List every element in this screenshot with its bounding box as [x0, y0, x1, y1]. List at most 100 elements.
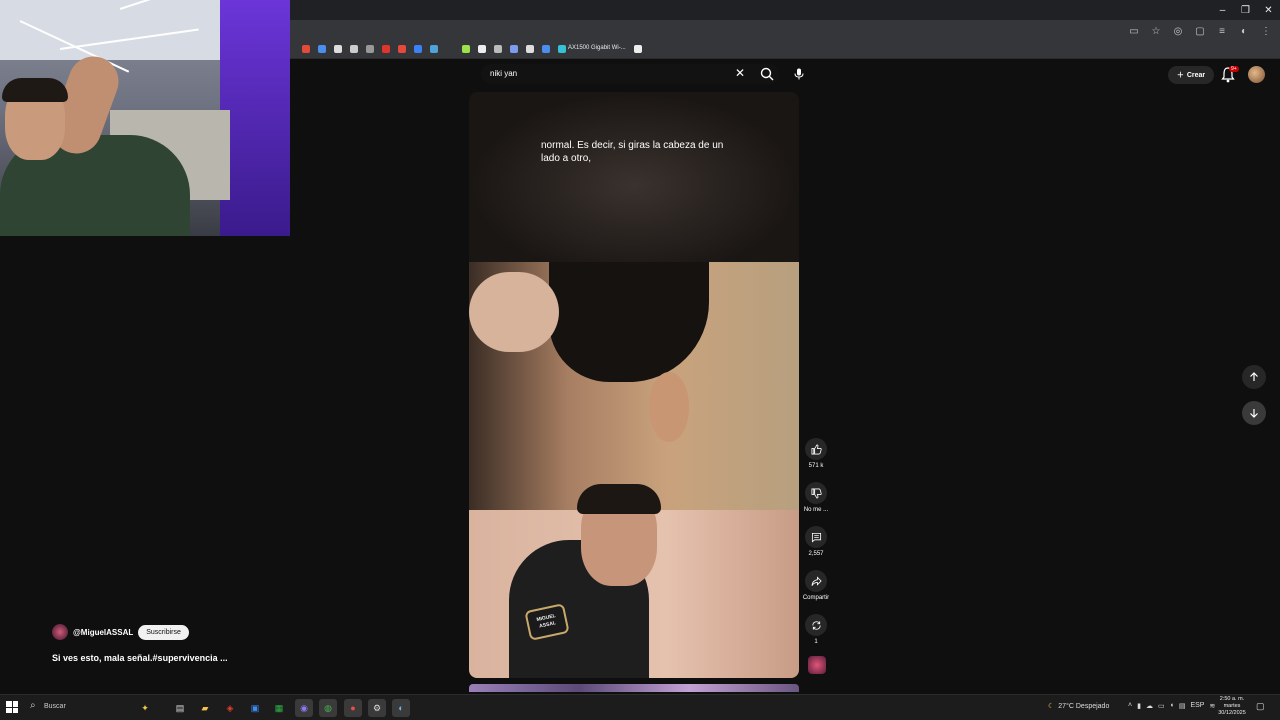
- video-bottom-panel: MIGUEL ASSAL: [469, 484, 799, 678]
- channel-avatar[interactable]: [52, 624, 68, 640]
- account-avatar[interactable]: [1248, 66, 1265, 83]
- search-input[interactable]: niki yan ✕: [481, 64, 779, 84]
- bookmark-icon[interactable]: [494, 45, 502, 53]
- share-action: Compartir: [800, 570, 832, 601]
- dislike-button[interactable]: [805, 482, 827, 504]
- profile-icon[interactable]: ◐: [1236, 23, 1252, 39]
- bookmark-icon[interactable]: [334, 45, 342, 53]
- copilot-icon[interactable]: ✦: [136, 699, 154, 717]
- like-count: 571 k: [808, 463, 824, 469]
- cloud-icon[interactable]: ☁: [1146, 702, 1153, 710]
- microphone-icon[interactable]: ▮: [1137, 702, 1141, 710]
- window-controls: – ❐ ✕: [1211, 0, 1280, 20]
- bookmark-icon[interactable]: [634, 45, 642, 53]
- create-button[interactable]: ＋ Crear: [1168, 66, 1214, 84]
- volume-icon[interactable]: ◖: [1170, 702, 1174, 710]
- router-bookmark-icon[interactable]: [558, 45, 566, 53]
- remix-button[interactable]: [805, 614, 827, 636]
- presenter: [509, 484, 661, 678]
- bookmark-star-icon[interactable]: ☆: [1148, 23, 1164, 39]
- channel-handle[interactable]: @MiguelASSAL: [73, 628, 133, 637]
- bookmark-icon[interactable]: [414, 45, 422, 53]
- bookmark-icon[interactable]: [510, 45, 518, 53]
- bookmark-icon[interactable]: [382, 45, 390, 53]
- excel-icon[interactable]: ▦: [270, 699, 288, 717]
- dislike-action: No me ...: [800, 482, 832, 513]
- windows-app-icon[interactable]: ▣: [246, 699, 264, 717]
- windows-taskbar: ⌕ Buscar ✦ ▤ ▰ ◈ ▣ ▦ ◉ ◍ ● ⚙ ◐ ☾ 27°C De…: [0, 694, 1280, 720]
- video-subject-ear: [649, 372, 689, 442]
- language-indicator[interactable]: ESP: [1190, 702, 1204, 710]
- clock[interactable]: 2:50 a. m. martes 30/12/2025: [1214, 696, 1250, 717]
- bookmark-icon[interactable]: [542, 45, 550, 53]
- minimize-icon[interactable]: –: [1211, 0, 1234, 20]
- subscribe-button[interactable]: Suscribirse: [138, 624, 189, 640]
- previous-short-button[interactable]: [1242, 365, 1266, 389]
- media-icon[interactable]: ≡: [1214, 23, 1230, 39]
- cast-icon[interactable]: ▭: [1126, 23, 1142, 39]
- next-short-preview[interactable]: [469, 684, 799, 692]
- clock-time: 2:50 a. m.: [1219, 696, 1245, 702]
- windows-start-icon[interactable]: [6, 701, 18, 713]
- bookmark-icon[interactable]: [302, 45, 310, 53]
- bookmark-icon[interactable]: [478, 45, 486, 53]
- brave-icon[interactable]: ◈: [221, 699, 239, 717]
- file-explorer-icon[interactable]: ▰: [196, 699, 214, 717]
- channel-audio-thumbnail[interactable]: [808, 656, 826, 674]
- bookmark-icon[interactable]: [398, 45, 406, 53]
- tray-chevron-icon[interactable]: ˄: [1128, 702, 1132, 710]
- notification-center-icon[interactable]: ▢: [1256, 701, 1265, 712]
- video-title[interactable]: Si ves esto, mala señal.#supervivencia .…: [52, 653, 228, 663]
- share-button[interactable]: [805, 570, 827, 592]
- notification-badge: 9+: [1229, 66, 1239, 72]
- weather-widget[interactable]: ☾ 27°C Despejado: [1048, 702, 1109, 711]
- search-icon[interactable]: [759, 66, 775, 82]
- toolbar-icons: ▭ ☆ ◎ ▢ ≡ ◐ ⋮: [1126, 23, 1274, 39]
- extension-icon[interactable]: ◎: [1170, 23, 1186, 39]
- thumbs-up-icon: [811, 444, 822, 454]
- shorts-video-player[interactable]: normal. Es decir, si giras la cabeza de …: [469, 92, 799, 678]
- thumbs-down-icon: [811, 488, 822, 498]
- obs-icon[interactable]: ◉: [295, 699, 313, 717]
- webcam-person-hair: [2, 78, 68, 102]
- video-subject-hair: [549, 262, 709, 382]
- chrome-icon[interactable]: ◍: [319, 699, 337, 717]
- arrow-down-icon: [1250, 409, 1258, 418]
- dislike-label: No me ...: [803, 507, 829, 513]
- bookmark-icon[interactable]: [318, 45, 326, 53]
- taskbar-search-label[interactable]: Buscar: [44, 703, 66, 710]
- channel-info: @MiguelASSAL Suscribirse: [52, 624, 189, 640]
- puzzle-icon[interactable]: ▢: [1192, 23, 1208, 39]
- bookmark-icon[interactable]: [366, 45, 374, 53]
- task-view-icon[interactable]: ▤: [171, 699, 189, 717]
- steam-icon[interactable]: ◐: [392, 699, 410, 717]
- remix-action: 1: [800, 614, 832, 645]
- search-query[interactable]: niki yan: [490, 69, 517, 78]
- menu-icon[interactable]: ⋮: [1258, 23, 1274, 39]
- presenter-hair: [577, 484, 661, 514]
- next-short-button[interactable]: [1242, 401, 1266, 425]
- network-icon[interactable]: ▤: [1179, 702, 1186, 710]
- taskbar-search-icon[interactable]: ⌕: [30, 700, 36, 711]
- voice-search-icon[interactable]: [790, 64, 808, 84]
- display-icon[interactable]: ▭: [1158, 702, 1165, 710]
- restore-icon[interactable]: ❐: [1234, 0, 1257, 20]
- system-tray: ˄ ▮ ☁ ▭ ◖ ▤ ESP ≋: [1128, 702, 1215, 710]
- clear-search-icon[interactable]: ✕: [735, 66, 745, 80]
- share-icon: [811, 575, 822, 586]
- screen: – ❐ ✕ ▭ ☆ ◎ ▢ ≡ ◐ ⋮ AX1500 Gigabit Wi-..…: [0, 0, 1280, 720]
- router-bookmark-label[interactable]: AX1500 Gigabit Wi-...: [568, 45, 626, 51]
- comments-button[interactable]: [805, 526, 827, 548]
- video-middle-panel: [469, 262, 799, 510]
- settings-icon[interactable]: ⚙: [368, 699, 386, 717]
- bookmark-icon[interactable]: [526, 45, 534, 53]
- close-window-icon[interactable]: ✕: [1257, 0, 1280, 20]
- app-icon[interactable]: ●: [344, 699, 362, 717]
- remix-count: 1: [814, 639, 818, 645]
- comment-icon: [811, 532, 821, 542]
- bookmark-icon[interactable]: [430, 45, 438, 53]
- bookmark-icon[interactable]: [350, 45, 358, 53]
- like-button[interactable]: [805, 438, 827, 460]
- bookmark-icon[interactable]: [462, 45, 470, 53]
- create-label: Crear: [1186, 71, 1206, 79]
